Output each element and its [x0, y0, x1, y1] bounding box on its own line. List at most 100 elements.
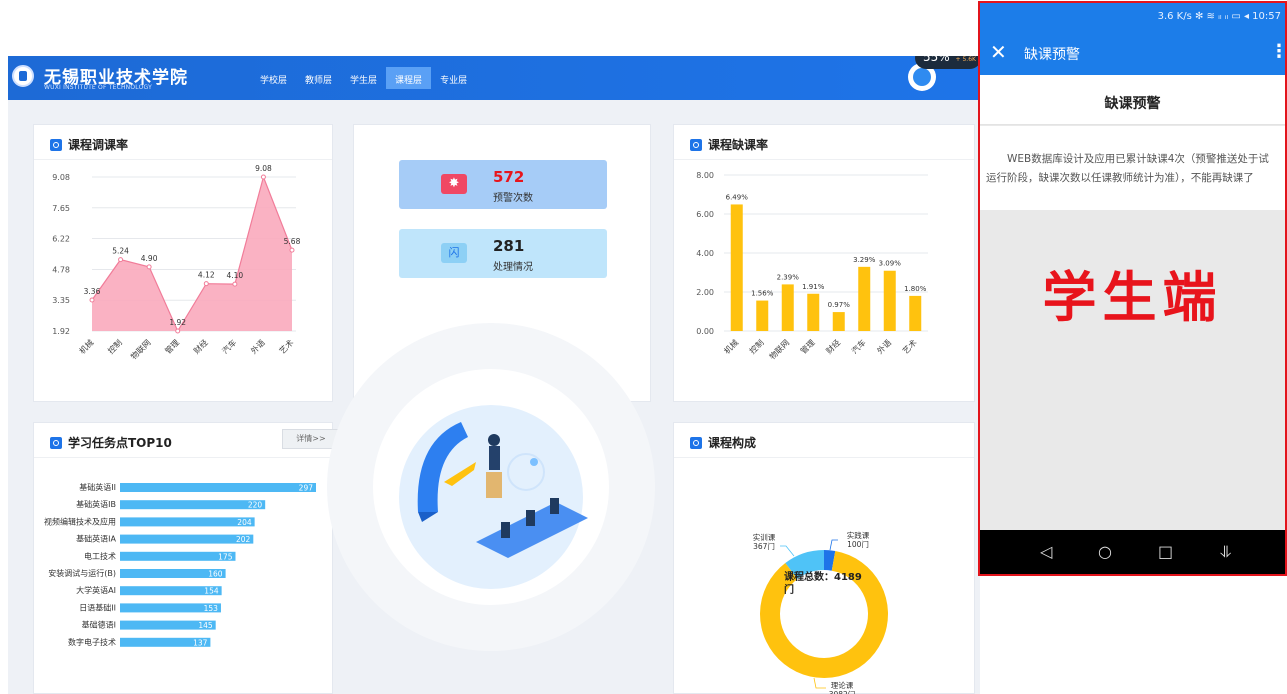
- data-label: 4.12: [198, 271, 215, 280]
- data-point: [232, 281, 238, 287]
- category-label: 安装调试与运行(B): [48, 568, 116, 578]
- x-tick-label: 汽车: [849, 337, 867, 355]
- divider: [34, 457, 332, 458]
- tab-teacher[interactable]: 教师层: [296, 67, 341, 89]
- card-title: 课程构成: [690, 434, 756, 451]
- warnings-value: 572: [493, 168, 525, 186]
- pie-center-label: 课程总数：4189门: [784, 572, 862, 596]
- y-tick-label: 9.08: [52, 173, 70, 182]
- bar: [807, 293, 820, 331]
- category-label: 日语基础II: [79, 602, 116, 612]
- warnings-label: 预警次数: [493, 193, 533, 204]
- bar: [120, 517, 255, 527]
- data-point: [203, 281, 209, 287]
- dashboard: 无锡职业技术学院 WUXI INSTITUTE OF TECHNOLOGY 学校…: [8, 56, 980, 694]
- pie-label: 3082门: [829, 690, 856, 694]
- tab-student[interactable]: 学生层: [341, 67, 386, 89]
- category-label: 基础英语IA: [76, 534, 116, 544]
- pie-label: 实践课: [847, 530, 870, 540]
- category-label: 电工技术: [84, 551, 116, 561]
- tasks-title: 学习任务点TOP10: [68, 436, 172, 450]
- data-label: 9.08: [255, 164, 272, 173]
- category-label: 大学英语AI: [76, 585, 116, 595]
- panel-icon: [690, 436, 702, 449]
- bar: [120, 500, 266, 510]
- category-label: 基础德语I: [82, 620, 116, 630]
- category-label: 基础英语II: [79, 482, 116, 492]
- alert-bulb-icon: ✸: [441, 174, 467, 194]
- card-adjust-rate: 课程调课率 9.08 7.65 6.22 4.78 3.35 1.92 3.36 机械 5.24…: [33, 124, 333, 402]
- data-label: 1.80%: [904, 285, 927, 293]
- data-point: [289, 247, 295, 253]
- y-tick-label: 7.65: [52, 204, 70, 213]
- student-side-label: 学生端: [1042, 266, 1223, 329]
- data-label: 297: [299, 484, 314, 493]
- more-icon[interactable]: ⋮: [1270, 41, 1285, 62]
- bar: [781, 284, 794, 331]
- data-label: 202: [236, 535, 251, 544]
- y-tick-label: 4.00: [696, 249, 714, 258]
- back-icon[interactable]: ◁: [1040, 542, 1052, 561]
- home-icon[interactable]: ○: [1098, 542, 1112, 561]
- y-tick-label: 1.92: [52, 327, 70, 336]
- leader-line: [780, 545, 795, 557]
- bar: [730, 204, 743, 331]
- top-navbar: 无锡职业技术学院 WUXI INSTITUTE OF TECHNOLOGY 学校…: [8, 56, 980, 100]
- category-label: 基础英语IB: [76, 499, 116, 509]
- data-label: 6.49%: [726, 193, 749, 201]
- x-tick-label: 物联网: [129, 337, 153, 361]
- bar: [756, 300, 769, 331]
- data-label: 1.91%: [802, 283, 825, 291]
- handled-icon: 闪: [441, 243, 467, 263]
- divider: [34, 159, 332, 160]
- adjust-rate-chart: 9.08 7.65 6.22 4.78 3.35 1.92 3.36 机械 5.24 控制 4.90…: [52, 164, 300, 361]
- card-tasks-top10: 学习任务点TOP10 详情>> 基础英语II 297 基础英语IB 220 视频编辑技术…: [33, 422, 340, 694]
- data-label: 154: [204, 587, 219, 596]
- speed-delta: + 5.6K: [955, 56, 976, 63]
- bar: [120, 483, 316, 492]
- handled-stat[interactable]: 闪 281 处理情况: [399, 229, 607, 278]
- pie-label: 理论课: [831, 680, 854, 690]
- divider: [674, 457, 974, 458]
- absence-rate-chart: 8.00 6.00 4.00 2.00 0.00 6.49% 机械 1.56% 控制 2.39% 物…: [696, 171, 928, 361]
- data-label: 4.10: [227, 271, 244, 280]
- appbar-title: 缺课预警: [1024, 47, 1080, 63]
- leader-line: [829, 539, 838, 551]
- podium-shape: [486, 472, 502, 498]
- leader-line: [813, 677, 826, 689]
- panel-icon: [690, 138, 702, 151]
- x-tick-label: 外语: [875, 337, 893, 355]
- data-label: 1.56%: [751, 290, 774, 298]
- speed-percent: 55%: [923, 56, 950, 64]
- pie-label: 367门: [753, 542, 775, 551]
- tasks-chart: 基础英语II 297 基础英语IB 220 视频编辑技术及应用 204 基础英语IA 202 电…: [44, 482, 316, 647]
- tab-course[interactable]: 课程层: [386, 67, 432, 89]
- composition-title: 课程构成: [708, 436, 757, 450]
- menu-icon[interactable]: ⥥: [1220, 542, 1232, 562]
- panel-icon: [50, 436, 62, 449]
- recent-apps-icon[interactable]: □: [1158, 542, 1173, 561]
- y-tick-label: 8.00: [696, 171, 714, 180]
- card-title: 学习任务点TOP10: [50, 434, 172, 451]
- data-label: 3.29%: [853, 256, 876, 264]
- warnings-stat[interactable]: ✸ 572 预警次数: [399, 160, 607, 209]
- data-point: [146, 264, 152, 270]
- x-tick-label: 财经: [824, 337, 842, 355]
- close-icon[interactable]: ✕: [990, 40, 1007, 64]
- speaker-head: [488, 434, 500, 446]
- card-title: 课程缺课率: [690, 136, 768, 153]
- data-label: 2.39%: [777, 273, 800, 281]
- center-illustration: [327, 323, 655, 651]
- x-tick-label: 财经: [191, 337, 209, 355]
- tab-major[interactable]: 专业层: [431, 67, 476, 89]
- pie-label: 实训课: [753, 532, 776, 542]
- absence-rate-title: 课程缺课率: [708, 138, 769, 152]
- x-tick-label: 控制: [747, 337, 765, 355]
- bar: [120, 534, 254, 544]
- data-point: [89, 297, 95, 303]
- student-1: [501, 522, 510, 538]
- adjust-rate-title: 课程调课率: [68, 138, 129, 152]
- data-label: 4.90: [141, 254, 158, 263]
- tab-school[interactable]: 学校层: [251, 67, 296, 89]
- message-body: WEB数据库设计及应用已累计缺课4次（预警推送处于试运行阶段，缺课次数以任课教师…: [980, 126, 1285, 210]
